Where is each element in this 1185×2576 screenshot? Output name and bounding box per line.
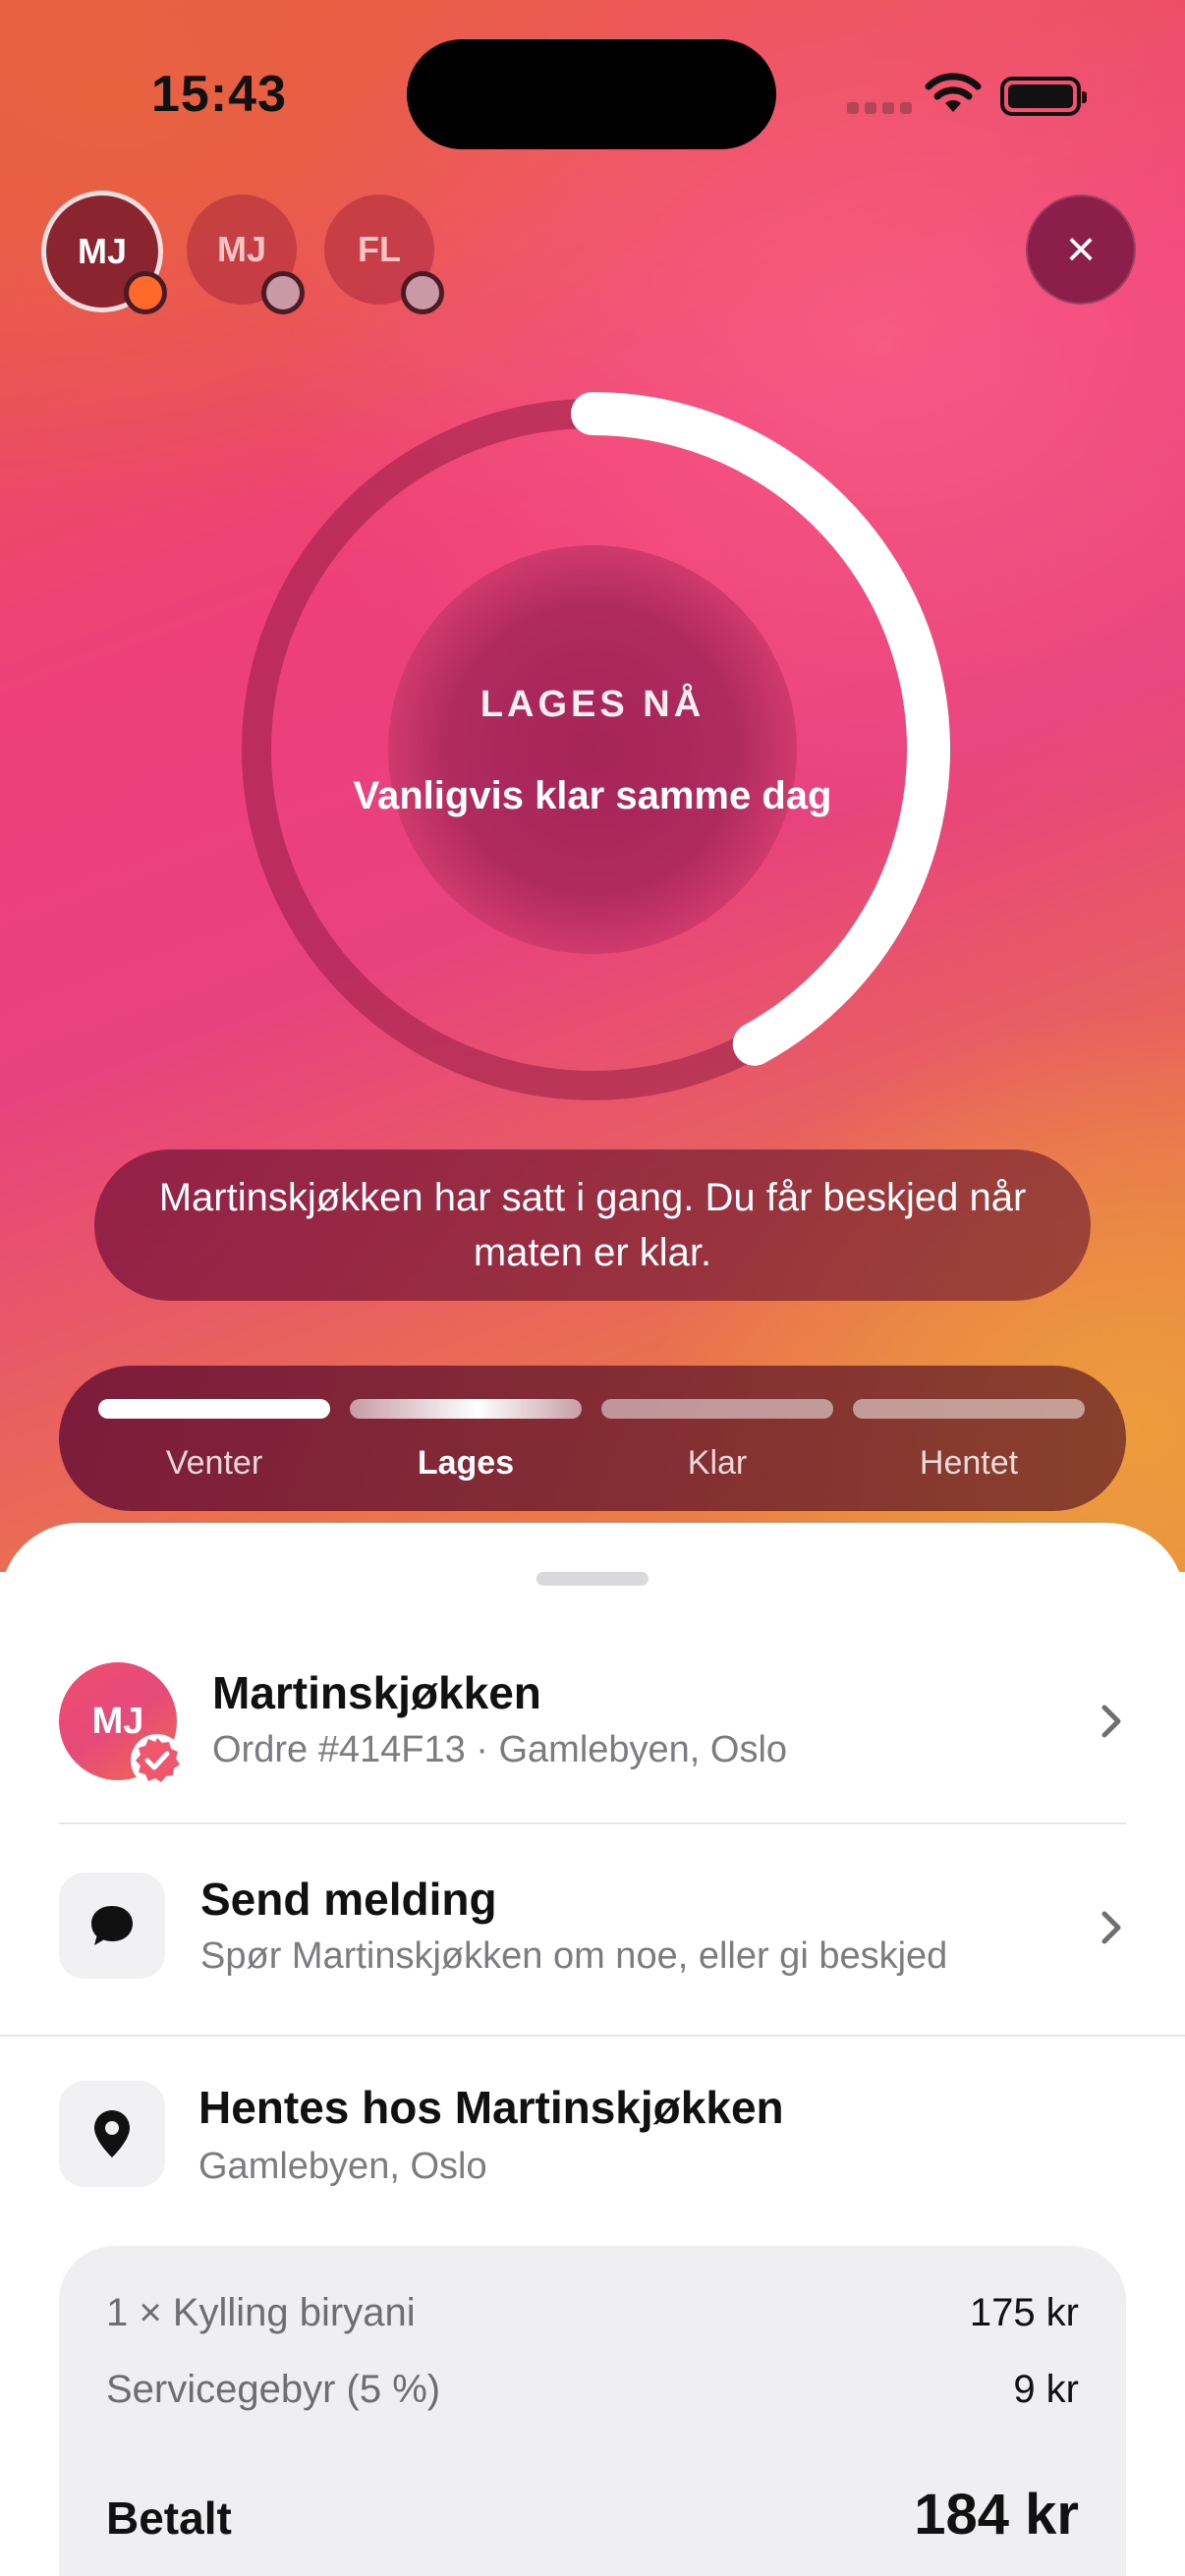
receipt-service-fee: Servicegebyr (5 %) 9 kr [106, 2368, 1079, 2412]
stage-tracker: Venter Lages Klar Hentet [59, 1366, 1126, 1511]
chevron-right-icon [1101, 1705, 1121, 1738]
stage-klar: Klar [601, 1399, 833, 1483]
receipt-line-item: 1 × Kylling biryani 175 kr [106, 2291, 1079, 2335]
total-amount: 184 kr [914, 2483, 1079, 2547]
progress-status-subtitle: Vanligvis klar samme dag [353, 774, 832, 817]
order-subtitle: Ordre #414F13 · Gamlebyen, Oslo [212, 1729, 788, 1770]
chat-bubble-icon-tile [59, 1873, 165, 1979]
stage-bar [98, 1399, 330, 1419]
sheet-grabber[interactable] [536, 1572, 649, 1586]
stage-hentet: Hentet [853, 1399, 1085, 1483]
total-label: Betalt [106, 2492, 232, 2544]
receipt-card: 1 × Kylling biryani 175 kr Servicegebyr … [59, 2246, 1126, 2576]
section-divider [0, 2035, 1185, 2037]
stage-bar [853, 1399, 1085, 1419]
stage-label: Venter [165, 1444, 263, 1482]
progress-ring [242, 392, 950, 1100]
stage-label: Lages [417, 1444, 515, 1482]
status-message: Martinskjøkken har satt i gang. Du får b… [94, 1149, 1091, 1301]
stage-label: Hentet [919, 1444, 1019, 1482]
pickup-title: Hentes hos Martinskjøkken [198, 2082, 784, 2133]
pickup-location-row: Hentes hos Martinskjøkken Gamlebyen, Osl… [59, 2081, 1126, 2189]
stage-bar [601, 1399, 833, 1419]
send-message-subtitle: Spør Martinskjøkken om noe, eller gi bes… [200, 1935, 948, 1977]
merchant-name: Martinskjøkken [212, 1667, 541, 1718]
stage-bar [350, 1399, 582, 1419]
send-message-title: Send melding [200, 1874, 497, 1925]
line-item-amount: 175 kr [969, 2291, 1079, 2334]
location-pin-icon [94, 2110, 130, 2157]
line-item-amount: 9 kr [1013, 2368, 1079, 2411]
location-pin-icon-tile [59, 2081, 165, 2187]
pickup-address: Gamlebyen, Oslo [198, 2146, 487, 2187]
send-message-row[interactable]: Send melding Spør Martinskjøkken om noe,… [59, 1873, 1126, 1981]
stage-label: Klar [687, 1444, 748, 1482]
chevron-right-icon [1101, 1911, 1121, 1944]
merchant-row[interactable]: MJ Martinskjøkken Ordre #414F13 · Gamleb… [59, 1662, 1126, 1787]
divider [59, 1822, 1126, 1824]
stage-lages: Lages [350, 1399, 582, 1483]
order-details-sheet: MJ Martinskjøkken Ordre #414F13 · Gamleb… [0, 1523, 1185, 2576]
line-item-label: 1 × Kylling biryani [106, 2291, 416, 2334]
line-item-label: Servicegebyr (5 %) [106, 2368, 441, 2411]
status-message-text: Martinskjøkken har satt i gang. Du får b… [158, 1176, 1027, 1274]
stage-venter: Venter [98, 1399, 330, 1483]
chat-bubble-icon [91, 1906, 133, 1945]
progress-core [388, 545, 797, 954]
verified-badge-icon [131, 1734, 184, 1787]
progress-status-label: LAGES NÅ [480, 684, 705, 725]
